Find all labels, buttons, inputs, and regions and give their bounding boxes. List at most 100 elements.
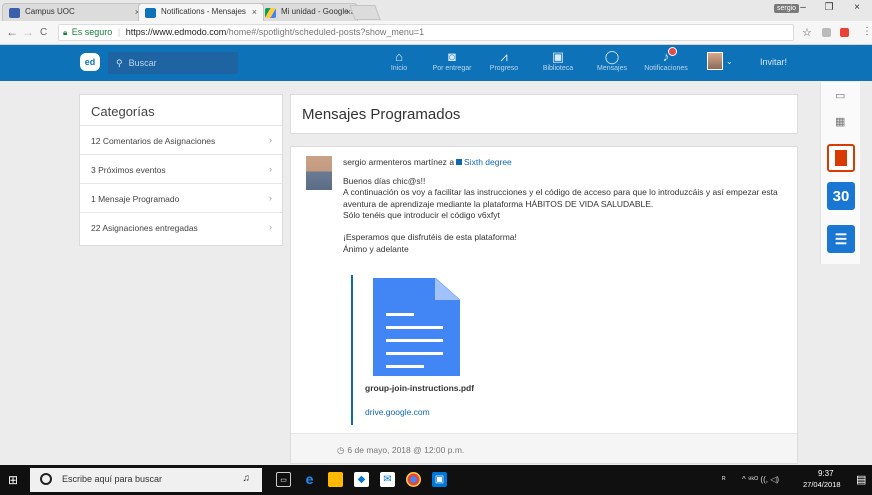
search-input[interactable]: ⚲ Buscar <box>108 52 238 74</box>
browser-tab-google-drive[interactable]: Mi unidad - Google Drive × <box>258 3 358 21</box>
action-center-icon[interactable]: ▤ <box>856 473 866 486</box>
photos-icon[interactable]: ▣ <box>432 472 447 487</box>
extension-icon[interactable] <box>822 28 831 37</box>
chrome-icon[interactable] <box>406 472 421 487</box>
tab-title: Campus UOC <box>25 7 75 16</box>
post-line: ¡Esperamos que disfrutéis de esta plataf… <box>343 232 517 243</box>
url-field[interactable]: 🔒︎ Es seguro | https://www.edmodo.com/ho… <box>58 24 794 41</box>
post-body: Buenos días chic@s!! A continuación os v… <box>343 176 793 255</box>
invite-button[interactable]: Invitar! <box>760 57 787 67</box>
cortana-icon <box>40 473 52 485</box>
windows-taskbar: ⊞ Escribe aquí para buscar ♫ ▭ e ◆ ✉ ▣ ᴿ… <box>0 465 872 495</box>
campus-uoc-favicon-icon <box>9 8 20 18</box>
windows-start-icon[interactable]: ⊞ <box>8 473 18 487</box>
post-line: Ánimo y adelante <box>343 243 409 254</box>
document-line <box>386 339 443 342</box>
attachment-name[interactable]: group-join-instructions.pdf <box>365 383 474 393</box>
nav-progreso[interactable]: ⩘ Progreso <box>486 48 522 72</box>
author-name[interactable]: sergio armenteros martínez <box>343 157 447 167</box>
store-icon[interactable]: ◆ <box>354 472 369 487</box>
edmodo-logo[interactable]: ed <box>80 53 100 71</box>
system-tray[interactable]: ^ ⁹ᵏᴼ ((, ◁) <box>742 475 779 484</box>
scheduled-post-card: sergio armenteros martínez a Sixth degree… <box>290 146 798 464</box>
nav-label: Biblioteca <box>542 65 574 72</box>
attachment[interactable]: group-join-instructions.pdf drive.google… <box>351 275 491 425</box>
mail-icon[interactable]: ✉ <box>380 472 395 487</box>
quiz-icon[interactable]: ☰ <box>827 225 855 253</box>
group-link[interactable]: Sixth degree <box>464 157 512 167</box>
document-line <box>386 365 424 368</box>
post-line <box>343 221 793 232</box>
page-title: Mensajes Programados <box>302 106 461 123</box>
back-arrow-icon[interactable]: ← <box>6 25 18 39</box>
forward-arrow-icon[interactable]: → <box>22 25 34 39</box>
edmodo-header: ed ⚲ Buscar ⌂ Inicio ◙ Por entregar ⩘ Pro… <box>0 45 872 81</box>
post-footer: ◷ 6 de mayo, 2018 @ 12:00 p.m. <box>291 433 797 463</box>
nav-biblioteca[interactable]: ▣ Biblioteca <box>538 48 578 72</box>
apps-grid-icon[interactable]: ▦ <box>835 115 845 128</box>
new-tab-button[interactable] <box>349 5 381 20</box>
taskbar-search-placeholder: Escribe aquí para buscar <box>62 474 163 484</box>
url-host: https://www.edmodo.com <box>125 27 227 37</box>
edmodo-favicon-icon <box>145 8 156 18</box>
document-line <box>386 313 414 316</box>
close-window-icon[interactable]: × <box>846 2 868 19</box>
user-avatar[interactable] <box>707 52 723 70</box>
search-placeholder: Buscar <box>128 58 157 68</box>
nav-label: Mensajes <box>597 65 627 72</box>
tab-close-icon[interactable]: × <box>252 7 257 17</box>
nav-por-entregar[interactable]: ◙ Por entregar <box>428 48 476 72</box>
author-avatar[interactable] <box>306 156 332 190</box>
nav-label: Inicio <box>390 65 408 72</box>
browser-tabstrip: Campus UOC × Notifications - Mensajes × … <box>0 0 872 21</box>
category-item-asignaciones[interactable]: 22 Asignaciones entregadas › <box>80 213 282 242</box>
document-line <box>386 326 443 329</box>
taskbar-time[interactable]: 9:37 <box>818 469 834 478</box>
printer-icon[interactable]: ▭ <box>835 89 845 102</box>
browser-tab-notifications[interactable]: Notifications - Mensajes × <box>138 3 264 21</box>
category-label: 22 Asignaciones entregadas <box>91 223 198 233</box>
office-icon[interactable] <box>827 144 855 172</box>
extension-red-icon[interactable] <box>840 28 849 37</box>
chevron-right-icon: › <box>269 222 272 232</box>
nav-notificaciones[interactable]: ♪ Notificaciones <box>640 47 692 72</box>
file-explorer-icon[interactable] <box>328 472 343 487</box>
edge-icon[interactable]: e <box>302 472 317 487</box>
category-item-comentarios[interactable]: 12 Comentarios de Asignaciones › <box>80 126 282 155</box>
category-label: 1 Mensaje Programado <box>91 194 180 204</box>
taskbar-date[interactable]: 27/04/2018 <box>803 480 841 489</box>
nav-home[interactable]: ⌂ Inicio <box>385 48 413 72</box>
clock-icon: ◷ <box>337 445 345 455</box>
reload-icon[interactable]: C <box>40 27 47 38</box>
bell-icon: ♪ <box>640 47 692 65</box>
url-path: /home#/spotlight/scheduled-posts?show_me… <box>226 27 425 37</box>
progress-icon: ⩘ <box>500 49 508 64</box>
chevron-right-icon: › <box>269 164 272 174</box>
category-item-eventos[interactable]: 3 Próximos eventos › <box>80 155 282 184</box>
people-icon[interactable]: ᴿ <box>722 475 726 484</box>
microphone-icon[interactable]: ♫ <box>243 473 251 484</box>
nav-label: Por entregar <box>432 65 472 72</box>
inbox-icon: ◙ <box>448 49 456 64</box>
browser-tab-campus-uoc[interactable]: Campus UOC × <box>2 3 147 21</box>
category-item-mensaje-programado[interactable]: 1 Mensaje Programado › <box>80 184 282 213</box>
bookmark-star-icon[interactable]: ☆ <box>802 26 812 39</box>
lock-icon: 🔒︎ <box>63 28 68 37</box>
maximize-icon[interactable]: ❐ <box>818 2 840 19</box>
task-view-icon[interactable]: ▭ <box>276 472 291 487</box>
attachment-source-link[interactable]: drive.google.com <box>365 407 430 417</box>
minimize-icon[interactable]: – <box>792 2 814 19</box>
message-icon: ◯ <box>604 49 620 64</box>
nav-mensajes[interactable]: ◯ Mensajes <box>592 48 632 72</box>
category-label: 3 Próximos eventos <box>91 165 166 175</box>
group-icon <box>456 159 463 165</box>
chevron-down-icon[interactable]: ⌄ <box>726 57 733 66</box>
taskbar-search-input[interactable]: Escribe aquí para buscar ♫ <box>30 468 262 492</box>
post-line: Buenos días chic@s!! <box>343 176 426 186</box>
browser-menu-icon[interactable]: ⋮ <box>862 26 872 37</box>
secure-label: Es seguro <box>71 27 113 37</box>
chevron-right-icon: › <box>269 193 272 203</box>
scheduled-date: 6 de mayo, 2018 @ 12:00 p.m. <box>347 445 465 455</box>
post-author-line: sergio armenteros martínez a Sixth degree <box>343 157 512 167</box>
calendar-30-icon[interactable]: 30 <box>827 182 855 210</box>
